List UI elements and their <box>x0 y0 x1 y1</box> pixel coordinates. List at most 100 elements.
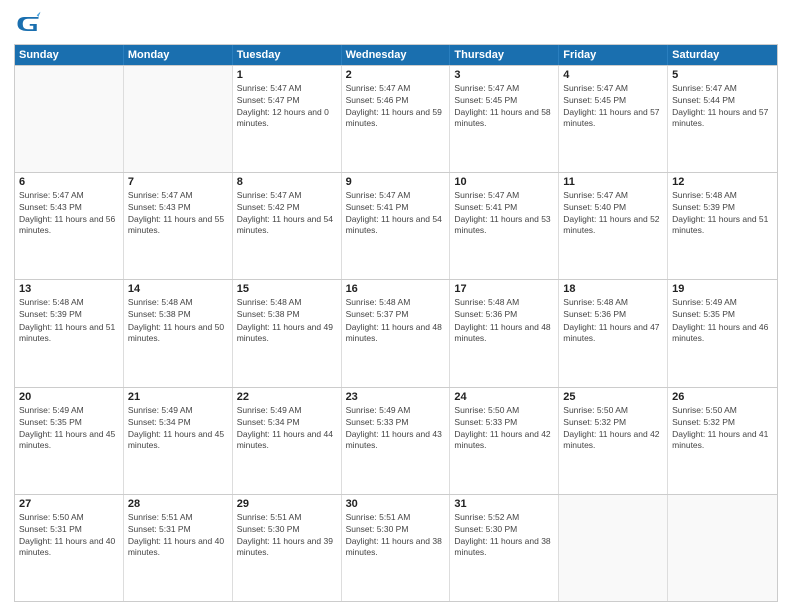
cal-cell-22: 22Sunrise: 5:49 AMSunset: 5:34 PMDayligh… <box>233 388 342 494</box>
day-number: 16 <box>346 283 446 295</box>
daylight-text: Daylight: 11 hours and 40 minutes. <box>19 536 119 558</box>
sunset-text: Sunset: 5:39 PM <box>672 202 773 213</box>
sunset-text: Sunset: 5:30 PM <box>454 524 554 535</box>
calendar-header-wednesday: Wednesday <box>342 45 451 65</box>
sunrise-text: Sunrise: 5:49 AM <box>128 405 228 416</box>
cal-cell-17: 17Sunrise: 5:48 AMSunset: 5:36 PMDayligh… <box>450 280 559 386</box>
sunrise-text: Sunrise: 5:48 AM <box>128 297 228 308</box>
sunrise-text: Sunrise: 5:47 AM <box>672 83 773 94</box>
daylight-text: Daylight: 11 hours and 52 minutes. <box>563 214 663 236</box>
day-number: 13 <box>19 283 119 295</box>
logo-icon <box>14 10 42 38</box>
sunrise-text: Sunrise: 5:52 AM <box>454 512 554 523</box>
calendar-header-thursday: Thursday <box>450 45 559 65</box>
sunrise-text: Sunrise: 5:51 AM <box>128 512 228 523</box>
day-number: 22 <box>237 391 337 403</box>
cal-cell-empty-5 <box>559 495 668 601</box>
calendar-header-tuesday: Tuesday <box>233 45 342 65</box>
sunset-text: Sunset: 5:33 PM <box>346 417 446 428</box>
sunrise-text: Sunrise: 5:47 AM <box>237 83 337 94</box>
daylight-text: Daylight: 12 hours and 0 minutes. <box>237 107 337 129</box>
day-number: 17 <box>454 283 554 295</box>
week-row-2: 6 Sunrise: 5:47 AM Sunset: 5:43 PM Daylight… <box>15 172 777 279</box>
daylight-text: Daylight: 11 hours and 46 minutes. <box>672 322 773 344</box>
daylight-text: Daylight: 11 hours and 55 minutes. <box>128 214 228 236</box>
sunrise-text: Sunrise: 5:48 AM <box>346 297 446 308</box>
sunset-text: Sunset: 5:36 PM <box>454 309 554 320</box>
daylight-text: Daylight: 11 hours and 48 minutes. <box>346 322 446 344</box>
sunrise-text: Sunrise: 5:49 AM <box>672 297 773 308</box>
cal-cell-empty-6 <box>668 495 777 601</box>
sunset-text: Sunset: 5:31 PM <box>19 524 119 535</box>
cal-cell-1: 1Sunrise: 5:47 AMSunset: 5:47 PMDaylight… <box>233 66 342 172</box>
day-number: 24 <box>454 391 554 403</box>
daylight-text: Daylight: 11 hours and 44 minutes. <box>237 429 337 451</box>
sunset-text: Sunset: 5:32 PM <box>563 417 663 428</box>
cal-cell-12: 12Sunrise: 5:48 AMSunset: 5:39 PMDayligh… <box>668 173 777 279</box>
sunset-text: Sunset: 5:36 PM <box>563 309 663 320</box>
sunrise-text: Sunrise: 5:48 AM <box>672 190 773 201</box>
daylight-text: Daylight: 11 hours and 58 minutes. <box>454 107 554 129</box>
day-number: 9 <box>346 176 446 188</box>
day-number: 28 <box>128 498 228 510</box>
sunset-text: Sunset: 5:41 PM <box>346 202 446 213</box>
calendar-header-monday: Monday <box>124 45 233 65</box>
sunrise-text: Sunrise: 5:48 AM <box>237 297 337 308</box>
sunrise-text: Sunrise: 5:51 AM <box>237 512 337 523</box>
day-number: 11 <box>563 176 663 188</box>
week-row-4: 20Sunrise: 5:49 AMSunset: 5:35 PMDayligh… <box>15 387 777 494</box>
daylight-text: Daylight: 11 hours and 42 minutes. <box>454 429 554 451</box>
day-number: 15 <box>237 283 337 295</box>
sunset-text: Sunset: 5:41 PM <box>454 202 554 213</box>
daylight-text: Daylight: 11 hours and 53 minutes. <box>454 214 554 236</box>
calendar: SundayMondayTuesdayWednesdayThursdayFrid… <box>14 44 778 602</box>
cal-cell-20: 20 Sunrise: 5:49 AMSunset: 5:35 PMDayligh… <box>15 388 124 494</box>
day-number: 7 <box>128 176 228 188</box>
sunrise-text: Sunrise: 5:48 AM <box>454 297 554 308</box>
sunrise-text: Sunrise: 5:47 AM <box>128 190 228 201</box>
sunset-text: Sunset: 5:47 PM <box>237 95 337 106</box>
calendar-header-friday: Friday <box>559 45 668 65</box>
cal-cell-3: 3Sunrise: 5:47 AMSunset: 5:45 PMDaylight… <box>450 66 559 172</box>
sunset-text: Sunset: 5:45 PM <box>563 95 663 106</box>
day-number: 26 <box>672 391 773 403</box>
sunrise-text: Sunrise: 5:49 AM <box>346 405 446 416</box>
sunset-text: Sunset: 5:40 PM <box>563 202 663 213</box>
day-number: 20 <box>19 391 119 403</box>
daylight-text: Daylight: 11 hours and 42 minutes. <box>563 429 663 451</box>
sunset-text: Sunset: 5:35 PM <box>19 417 119 428</box>
day-number: 21 <box>128 391 228 403</box>
sunset-text: Sunset: 5:35 PM <box>672 309 773 320</box>
day-number: 6 <box>19 176 119 188</box>
daylight-text: Daylight: 11 hours and 39 minutes. <box>237 536 337 558</box>
daylight-text: Daylight: 11 hours and 38 minutes. <box>454 536 554 558</box>
sunset-text: Sunset: 5:32 PM <box>672 417 773 428</box>
day-number: 10 <box>454 176 554 188</box>
cal-cell-9: 9Sunrise: 5:47 AMSunset: 5:41 PMDaylight… <box>342 173 451 279</box>
sunset-text: Sunset: 5:43 PM <box>19 202 119 213</box>
week-row-3: 13Sunrise: 5:48 AMSunset: 5:39 PMDayligh… <box>15 279 777 386</box>
daylight-text: Daylight: 11 hours and 45 minutes. <box>19 429 119 451</box>
sunrise-text: Sunrise: 5:50 AM <box>454 405 554 416</box>
day-number: 31 <box>454 498 554 510</box>
cal-cell-26: 26Sunrise: 5:50 AMSunset: 5:32 PMDayligh… <box>668 388 777 494</box>
sunrise-text: Sunrise: 5:49 AM <box>19 405 119 416</box>
sunrise-text: Sunrise: 5:47 AM <box>346 190 446 201</box>
sunset-text: Sunset: 5:34 PM <box>237 417 337 428</box>
daylight-text: Daylight: 11 hours and 45 minutes. <box>128 429 228 451</box>
daylight-text: Daylight: 11 hours and 43 minutes. <box>346 429 446 451</box>
header <box>14 10 778 38</box>
daylight-text: Daylight: 11 hours and 54 minutes. <box>237 214 337 236</box>
calendar-header-saturday: Saturday <box>668 45 777 65</box>
day-number: 19 <box>672 283 773 295</box>
sunrise-text: Sunrise: 5:47 AM <box>563 190 663 201</box>
cal-cell-empty-0 <box>15 66 124 172</box>
daylight-text: Daylight: 11 hours and 50 minutes. <box>128 322 228 344</box>
cal-cell-empty-1 <box>124 66 233 172</box>
day-number: 3 <box>454 69 554 81</box>
cal-cell-24: 24Sunrise: 5:50 AMSunset: 5:33 PMDayligh… <box>450 388 559 494</box>
logo <box>14 10 44 38</box>
cal-cell-21: 21Sunrise: 5:49 AMSunset: 5:34 PMDayligh… <box>124 388 233 494</box>
sunset-text: Sunset: 5:30 PM <box>237 524 337 535</box>
cal-cell-8: 8Sunrise: 5:47 AMSunset: 5:42 PMDaylight… <box>233 173 342 279</box>
